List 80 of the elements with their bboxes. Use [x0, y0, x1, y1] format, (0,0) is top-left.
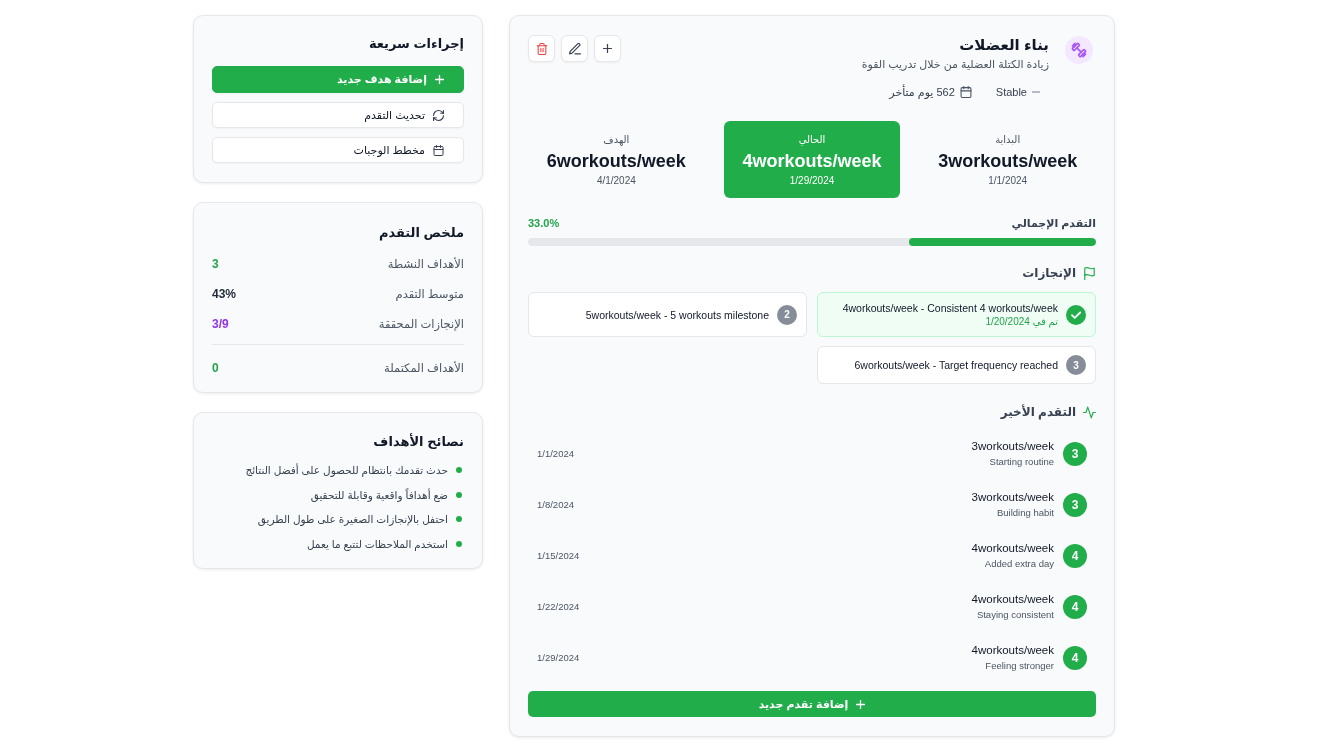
entry-date: 1/1/2024: [537, 447, 574, 460]
tip-text: ضع أهدافاً واقعية وقابلة للتحقيق: [310, 488, 448, 501]
tip-text: استخدم الملاحظات لتتبع ما يعمل: [306, 537, 448, 550]
entry-date: 1/22/2024: [537, 600, 580, 613]
entry-date: 1/15/2024: [537, 549, 580, 562]
entry-value: 4workouts/week: [971, 541, 1054, 556]
add-button[interactable]: [594, 35, 621, 62]
section-title: الإنجازات: [1022, 265, 1076, 281]
milestone-text: 6workouts/week - Target frequency reached: [854, 358, 1058, 372]
refresh-button[interactable]: تحديث التقدم: [212, 102, 464, 128]
value-badge: 4: [1063, 594, 1087, 619]
value-badge: 4: [1063, 645, 1087, 670]
entry-note: Feeling stronger: [985, 659, 1054, 672]
milestone-text: 4workouts/week - Consistent 4 workouts/week: [842, 301, 1058, 315]
value-badge: 3: [1063, 492, 1087, 517]
stat-label: الهدف: [603, 133, 630, 146]
trend-label: Stable: [995, 85, 1027, 99]
entry-value: 3workouts/week: [971, 439, 1054, 454]
entry-value: 4workouts/week: [971, 643, 1054, 658]
panel-title: نصائح الأهداف: [373, 433, 464, 451]
summary-label: الأهداف المكتملة: [384, 361, 464, 375]
goal-title: بناء العضلات: [959, 35, 1049, 55]
summary-label: الأهداف النشطة: [387, 257, 464, 271]
entry-value: 4workouts/week: [971, 592, 1054, 607]
summary-value: 3: [212, 257, 219, 271]
stat-date: 1/29/2024: [789, 175, 835, 187]
section-title: التقدم الأخير: [1000, 404, 1076, 420]
summary-label: الإنجازات المحققة: [378, 317, 464, 331]
summary-value: 43%: [212, 287, 237, 301]
bullet-icon: [456, 491, 462, 498]
stat-label: الحالي: [798, 133, 826, 146]
bullet-icon: [456, 540, 462, 547]
plus-icon: [856, 699, 866, 709]
days-status: 562 يوم متأخر: [889, 85, 955, 99]
delete-button[interactable]: [528, 35, 555, 62]
pencil-icon: [568, 42, 581, 55]
milestone-date: تم في 1/20/2024: [985, 315, 1058, 328]
entry-date: 1/8/2024: [537, 498, 574, 511]
entry-value: 3workouts/week: [971, 490, 1054, 505]
calendar-icon: [433, 144, 444, 156]
panel-title: ملخص التقدم: [378, 224, 464, 242]
plus-icon: [603, 44, 612, 53]
summary-label: متوسط التقدم: [395, 287, 464, 301]
refresh-icon: [433, 109, 444, 121]
dumbbell-icon: [1065, 36, 1093, 64]
stat-value: 4workouts/week: [742, 150, 882, 172]
summary-value: 3/9: [212, 317, 229, 331]
stat-date: 1/1/2024: [988, 175, 1028, 187]
value-badge: 4: [1063, 543, 1087, 568]
tip-text: احتفل بالإنجازات الصغيرة على طول الطريق: [257, 513, 448, 526]
stat-value: 6workouts/week: [546, 150, 686, 172]
edit-button[interactable]: [561, 35, 588, 62]
entry-date: 1/29/2024: [537, 651, 580, 664]
plus-icon: [435, 75, 444, 84]
summary-value: 0: [212, 361, 219, 375]
calendar-icon: [959, 86, 972, 98]
progress-reading: 33.0%: [528, 216, 560, 230]
entry-note: Added extra day: [984, 557, 1054, 570]
stat-date: 4/1/2024: [596, 175, 636, 187]
entry-note: Staying consistent: [976, 608, 1054, 621]
activity-icon: [1083, 405, 1096, 419]
bullet-icon: [456, 516, 462, 523]
stat-label: البداية: [995, 133, 1021, 146]
step-number-badge: 2: [777, 304, 797, 325]
step-number-badge: 3: [1066, 355, 1086, 375]
check-circle-icon: [1066, 304, 1086, 325]
planner-button[interactable]: مخطط الوجبات: [212, 137, 464, 163]
stat-value: 3workouts/week: [938, 150, 1078, 172]
trash-icon: [535, 42, 548, 55]
tip-text: حدث تقدمك بانتظام للحصول على أفضل النتائج: [245, 464, 448, 477]
goal-description: زيادة الكتلة العضلية من خلال تدريب القوة: [861, 57, 1049, 72]
bullet-icon: [456, 467, 462, 474]
entry-note: Building habit: [996, 506, 1054, 519]
panel-title: إجراءات سريعة: [368, 35, 464, 53]
dash-icon: [1032, 91, 1040, 93]
entry-note: Starting routine: [989, 455, 1054, 468]
flag-icon: [1083, 266, 1096, 280]
value-badge: 3: [1063, 441, 1087, 466]
milestone-text: 5workouts/week - 5 workouts milestone: [585, 307, 769, 322]
progress-label: التقدم الإجمالي: [1011, 216, 1096, 230]
